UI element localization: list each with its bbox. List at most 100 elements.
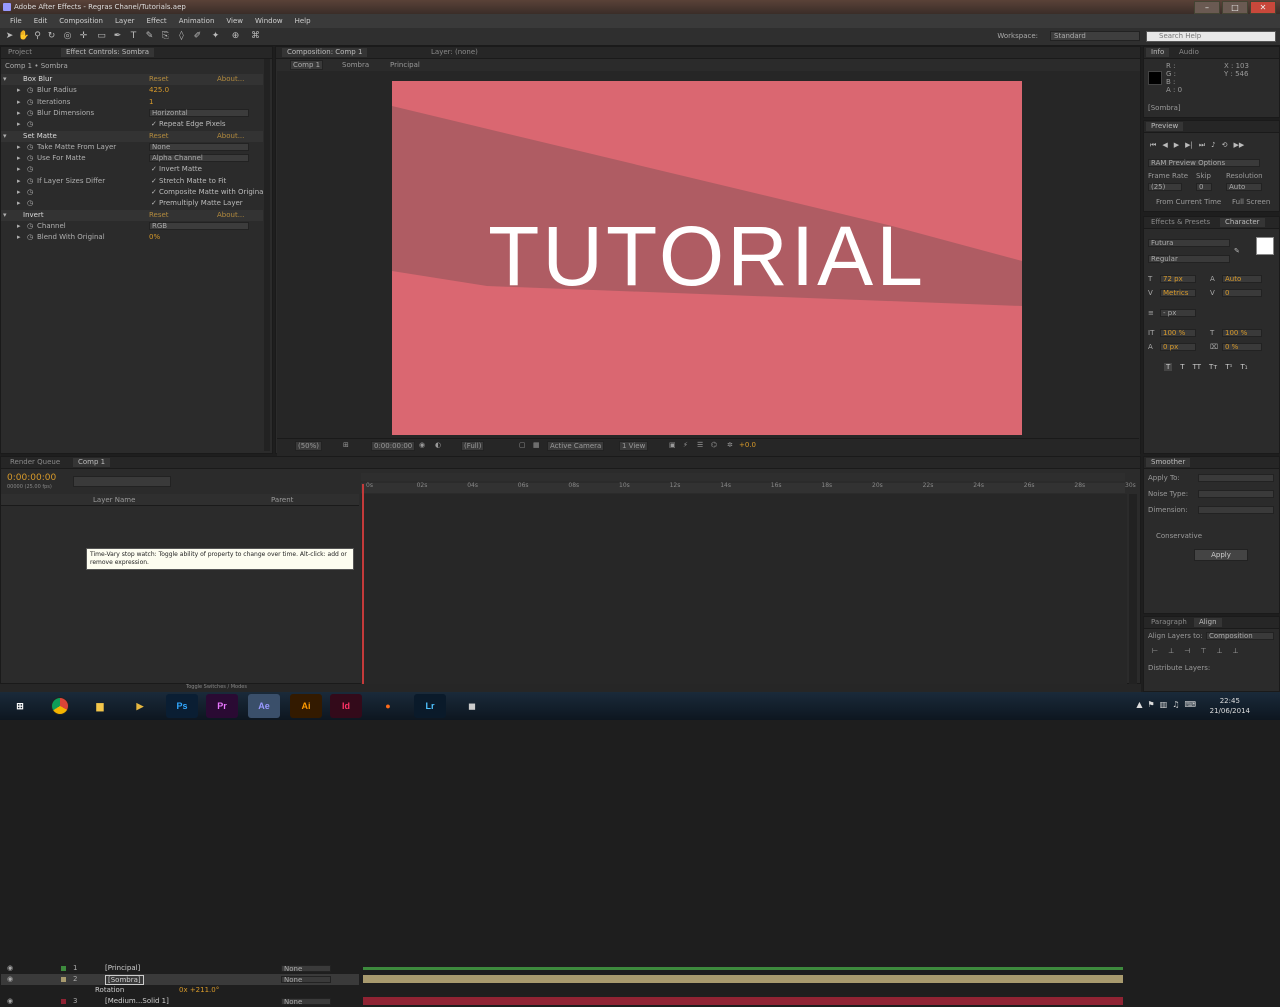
effect-property-row[interactable]: ▸ ◷ ✓ Invert Matte — [1, 164, 263, 175]
media-player-icon[interactable]: ▶ — [124, 694, 156, 718]
noise-type-dropdown[interactable] — [1198, 490, 1274, 498]
volume-icon[interactable]: ♫ — [1172, 700, 1179, 709]
visibility-eye-icon[interactable]: ◉ — [7, 996, 13, 1007]
font-style-dropdown[interactable]: Regular — [1148, 255, 1230, 263]
effect-property-dropdown[interactable]: Alpha Channel — [149, 154, 249, 163]
layer-name[interactable]: [Principal] — [105, 963, 140, 974]
roto-brush-tool-icon[interactable]: ✐ — [192, 31, 203, 42]
first-frame-icon[interactable]: ⏮ — [1150, 141, 1156, 150]
layer-name[interactable]: [Sombra] — [105, 975, 144, 985]
dimension-dropdown[interactable] — [1198, 506, 1274, 514]
skip-dropdown[interactable]: 0 — [1196, 183, 1212, 191]
snapping-icon[interactable]: ⌘ — [250, 31, 261, 42]
timeline-search-input[interactable] — [73, 476, 171, 487]
next-frame-icon[interactable]: ▶| — [1185, 141, 1193, 150]
effect-checkbox[interactable]: ✓ — [151, 176, 157, 187]
stopwatch-icon[interactable]: ◷ — [27, 221, 33, 232]
disclosure-triangle-icon[interactable]: ▾ — [3, 74, 7, 85]
taskbar-clock[interactable]: 22:45 21/06/2014 — [1210, 696, 1250, 716]
align-bottom-icon[interactable]: ⊥ — [1233, 647, 1239, 655]
effect-checkbox[interactable]: ✓ — [151, 198, 157, 209]
brush-tool-icon[interactable]: ✎ — [144, 31, 155, 42]
apply-button[interactable]: Apply — [1194, 549, 1248, 561]
align-left-icon[interactable]: ⊢ — [1152, 647, 1158, 655]
effect-section-row[interactable]: ▾ Invert Reset About... — [1, 209, 263, 221]
after-effects-taskbar-icon[interactable]: Ae — [248, 694, 280, 718]
all-caps-icon[interactable]: TT — [1193, 363, 1201, 371]
effect-property-row[interactable]: ▸ Blur Radius ◷ 425.0 — [1, 85, 263, 96]
subscript-icon[interactable]: T₁ — [1240, 363, 1247, 371]
effect-property-row[interactable]: ▸ If Layer Sizes Differ ◷ ✓ Stretch Matte to… — [1, 176, 263, 187]
exposure-icon[interactable]: ✲ — [727, 441, 733, 449]
disclosure-triangle-icon[interactable]: ▸ — [17, 164, 21, 175]
effect-about-link[interactable]: About... — [217, 74, 244, 85]
stroke-width-field[interactable]: - px — [1160, 309, 1196, 317]
zoom-tool-icon[interactable]: ⚲ — [32, 31, 43, 42]
tab-smoother[interactable]: Smoother — [1146, 458, 1191, 467]
snapshot-icon[interactable]: ◉ — [419, 441, 425, 449]
last-frame-icon[interactable]: ⏭ — [1199, 141, 1205, 150]
disclosure-triangle-icon[interactable]: ▸ — [17, 142, 21, 153]
flow-sombra[interactable]: Sombra — [342, 61, 369, 69]
timeline-current-time[interactable]: 0:00:00:00 — [7, 473, 56, 483]
menu-file[interactable]: File — [10, 17, 22, 25]
tab-align[interactable]: Align — [1194, 618, 1222, 627]
tray-expand-icon[interactable]: ▲ — [1136, 700, 1142, 709]
fill-color-swatch[interactable] — [1256, 237, 1274, 255]
menu-effect[interactable]: Effect — [147, 17, 167, 25]
disclosure-triangle-icon[interactable]: ▸ — [17, 153, 21, 164]
align-vcenter-icon[interactable]: ⊥ — [1216, 647, 1222, 655]
faux-bold-icon[interactable]: T — [1164, 363, 1173, 371]
visibility-eye-icon[interactable]: ◉ — [7, 974, 13, 985]
grid-icon[interactable]: ⊞ — [343, 441, 349, 449]
fast-previews-icon[interactable]: ⚡ — [683, 441, 688, 449]
menu-animation[interactable]: Animation — [179, 17, 215, 25]
time-navigator[interactable] — [361, 473, 1125, 481]
stopwatch-icon[interactable]: ◷ — [27, 232, 33, 243]
hand-tool-icon[interactable]: ✋ — [18, 31, 29, 42]
menu-layer[interactable]: Layer — [115, 17, 135, 25]
align-target-dropdown[interactable]: Composition — [1206, 632, 1274, 640]
current-time-indicator[interactable] — [362, 484, 364, 684]
small-caps-icon[interactable]: Tт — [1209, 363, 1217, 371]
effect-section-row[interactable]: ▾ Set Matte Reset About... — [1, 130, 263, 142]
disclosure-triangle-icon[interactable]: ▸ — [17, 97, 21, 108]
menu-window[interactable]: Window — [255, 17, 283, 25]
menu-composition[interactable]: Composition — [59, 17, 103, 25]
baseline-field[interactable]: 0 px — [1160, 343, 1196, 351]
local-axis-icon[interactable]: ⊕ — [230, 31, 241, 42]
tab-effect-controls[interactable]: Effect Controls: Sombra — [61, 48, 155, 57]
composition-viewer[interactable]: TUTORIAL — [277, 71, 1140, 483]
effect-property-row[interactable]: ▸ Blend With Original ◷ 0% — [1, 232, 263, 243]
timeline-layer-row[interactable]: ◉ 2 [Sombra] None — [1, 974, 359, 985]
firefox-icon[interactable]: ● — [372, 694, 404, 718]
tab-paragraph[interactable]: Paragraph — [1146, 618, 1192, 627]
effects-scrollbar[interactable] — [264, 59, 270, 451]
timeline-layer-row[interactable]: Rotation 0x +211.0° — [1, 985, 359, 996]
effect-checkbox[interactable]: ✓ — [151, 119, 157, 130]
effect-property-row[interactable]: ▸ Use For Matte ◷ Alpha Channel — [1, 153, 263, 164]
menu-view[interactable]: View — [226, 17, 243, 25]
stopwatch-icon[interactable]: ◷ — [27, 164, 33, 175]
effect-reset-link[interactable]: Reset — [149, 210, 169, 221]
effect-property-row[interactable]: ▸ Blur Dimensions ◷ Horizontal — [1, 108, 263, 119]
stopwatch-icon[interactable]: ◷ — [27, 142, 33, 153]
effect-property-row[interactable]: ▸ ◷ ✓ Repeat Edge Pixels — [1, 119, 263, 130]
maximize-button[interactable]: □ — [1222, 1, 1248, 14]
resolution-dropdown[interactable]: (Full) — [461, 441, 485, 451]
chrome-icon[interactable] — [44, 694, 76, 718]
tab-preview[interactable]: Preview — [1146, 122, 1184, 131]
stopwatch-icon[interactable]: ◷ — [27, 176, 33, 187]
rotate-tool-icon[interactable]: ↻ — [46, 31, 57, 42]
search-help-input[interactable]: Search Help — [1146, 31, 1276, 42]
color-channel-icon[interactable]: ◐ — [435, 441, 441, 449]
tab-info[interactable]: Info — [1146, 48, 1170, 57]
full-screen-checkbox[interactable]: Full Screen — [1232, 197, 1270, 207]
layer-label-color[interactable] — [61, 999, 66, 1004]
clone-tool-icon[interactable]: ⎘ — [160, 31, 171, 42]
eyedropper-icon[interactable]: ✎ — [1234, 247, 1240, 255]
type-tool-icon[interactable]: T — [128, 31, 139, 42]
disclosure-triangle-icon[interactable]: ▸ — [17, 85, 21, 96]
views-dropdown[interactable]: 1 View — [619, 441, 649, 451]
timeline-track-area[interactable] — [361, 494, 1127, 684]
